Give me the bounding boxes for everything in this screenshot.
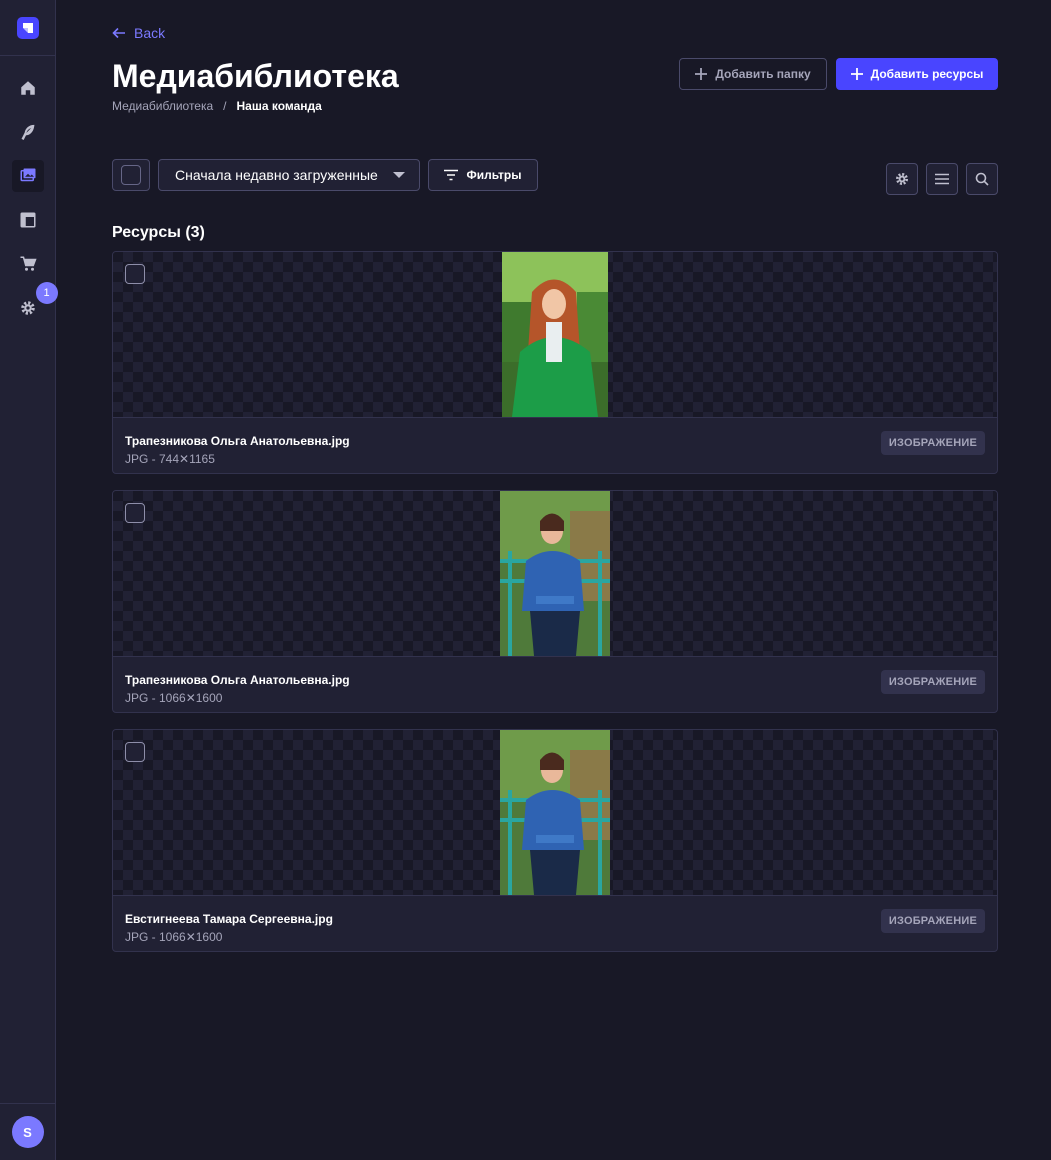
asset-file-name: Трапезникова Ольга Анатольевна.jpg <box>125 673 350 687</box>
asset-file-info: JPG - 1066✕1600 <box>125 691 223 705</box>
search-button[interactable] <box>966 163 998 195</box>
asset-file-info: JPG - 1066✕1600 <box>125 930 223 944</box>
asset-type-badge: ИЗОБРАЖЕНИЕ <box>880 909 985 933</box>
asset-meta: Трапезникова Ольга Анатольевна.jpg JPG -… <box>113 656 997 712</box>
asset-type-badge: ИЗОБРАЖЕНИЕ <box>880 670 985 694</box>
breadcrumb: Медиабиблиотека / Наша команда <box>112 99 322 113</box>
asset-card[interactable]: Евстигнеева Тамара Сергеевна.jpg JPG - 1… <box>112 729 998 952</box>
asset-file-name: Трапезникова Ольга Анатольевна.jpg <box>125 434 350 448</box>
logo-area <box>0 0 55 56</box>
list-view-button[interactable] <box>926 163 958 195</box>
plus-icon <box>695 68 708 80</box>
settings-button[interactable] <box>886 163 918 195</box>
sidebar-item-marketplace[interactable] <box>12 248 44 280</box>
chevron-down-icon <box>393 172 405 178</box>
strapi-logo-icon[interactable] <box>16 16 39 39</box>
select-all-checkbox[interactable] <box>112 159 150 191</box>
asset-card[interactable]: Трапезникова Ольга Анатольевна.jpg JPG -… <box>112 490 998 713</box>
settings-notification-badge: 1 <box>35 282 58 304</box>
back-label: Back <box>134 25 166 41</box>
sort-selected-value: Сначала недавно загруженные <box>175 167 378 183</box>
layout-icon <box>20 212 35 228</box>
search-icon <box>975 172 989 186</box>
assets-section-title: Ресурсы (3) <box>112 224 205 241</box>
arrow-left-icon <box>112 27 125 39</box>
home-icon <box>20 81 35 95</box>
filters-label: Фильтры <box>466 168 522 182</box>
asset-card[interactable]: Трапезникова Ольга Анатольевна.jpg JPG -… <box>112 251 998 474</box>
back-link[interactable]: Back <box>112 25 165 41</box>
asset-checkbox[interactable] <box>125 742 145 762</box>
add-assets-button[interactable]: Добавить ресурсы <box>836 58 998 90</box>
main-sidebar: 1 S <box>0 0 58 1160</box>
asset-file-name: Евстигнеева Тамара Сергеевна.jpg <box>125 912 333 926</box>
add-folder-button[interactable]: Добавить папку <box>679 58 827 90</box>
plus-icon <box>850 68 863 80</box>
asset-preview[interactable] <box>113 491 997 656</box>
breadcrumb-root[interactable]: Медиабиблиотека <box>112 99 213 113</box>
gear-icon <box>20 301 35 315</box>
add-assets-label: Добавить ресурсы <box>870 67 984 81</box>
filter-icon <box>444 169 459 181</box>
asset-type-badge: ИЗОБРАЖЕНИЕ <box>880 431 985 455</box>
list-icon <box>935 173 949 185</box>
filters-button[interactable]: Фильтры <box>428 159 538 191</box>
sort-select[interactable]: Сначала недавно загруженные <box>158 159 420 191</box>
asset-thumbnail-image <box>502 252 608 417</box>
gear-icon <box>896 173 908 185</box>
feather-icon <box>20 124 34 141</box>
sidebar-item-content-type-builder[interactable] <box>12 204 44 236</box>
add-folder-label: Добавить папку <box>715 67 811 81</box>
asset-preview[interactable] <box>113 252 997 417</box>
sidebar-nav: 1 <box>0 56 58 324</box>
sidebar-item-home[interactable] <box>12 72 44 104</box>
sidebar-footer: S <box>0 1103 55 1160</box>
image-icon <box>20 168 35 182</box>
user-avatar[interactable]: S <box>11 1116 44 1148</box>
sidebar-item-media-library[interactable] <box>11 160 44 192</box>
asset-preview[interactable] <box>113 730 997 895</box>
sidebar-item-settings[interactable]: 1 <box>12 282 58 324</box>
checkbox-box <box>121 165 141 185</box>
sidebar-item-content-manager[interactable] <box>12 116 44 148</box>
asset-checkbox[interactable] <box>125 503 145 523</box>
asset-thumbnail-image <box>500 730 610 895</box>
asset-meta: Трапезникова Ольга Анатольевна.jpg JPG -… <box>113 417 997 473</box>
asset-thumbnail-image <box>500 491 610 656</box>
cart-icon <box>20 256 37 271</box>
asset-checkbox[interactable] <box>125 264 145 284</box>
asset-file-info: JPG - 744✕1165 <box>125 452 215 466</box>
asset-meta: Евстигнеева Тамара Сергеевна.jpg JPG - 1… <box>113 895 997 951</box>
page-title: Медиабиблиотека <box>112 58 399 94</box>
breadcrumb-current: Наша команда <box>236 99 322 113</box>
breadcrumb-separator: / <box>223 99 227 113</box>
